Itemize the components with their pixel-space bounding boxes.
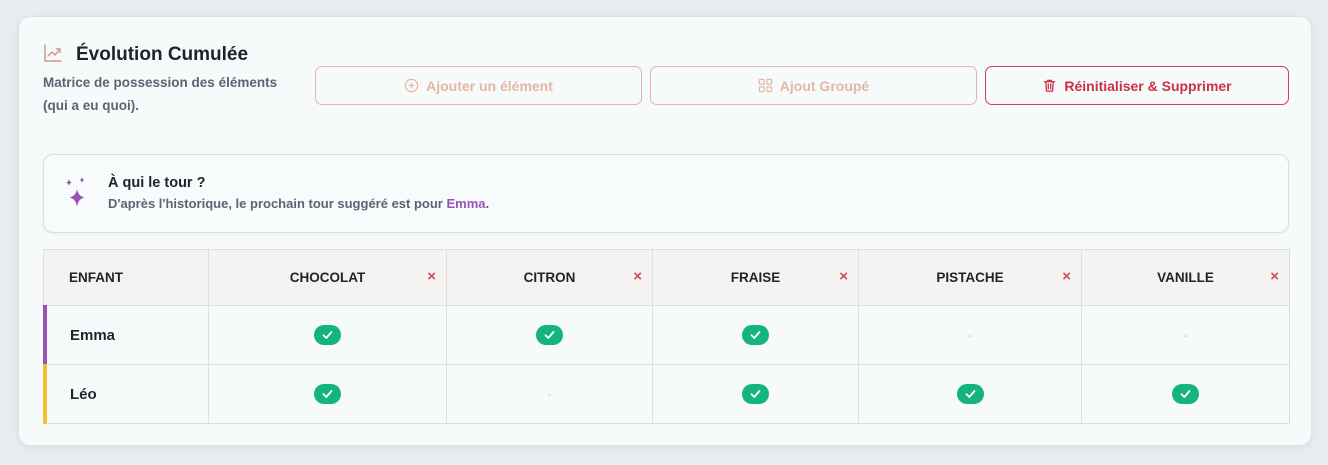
check-icon bbox=[314, 384, 341, 404]
child-name: Emma bbox=[70, 326, 116, 344]
remove-column-icon[interactable]: × bbox=[839, 269, 848, 284]
grid-plus-icon bbox=[758, 78, 772, 93]
column-header: CHOCOLAT × bbox=[208, 249, 447, 306]
child-color-bar bbox=[43, 305, 47, 365]
column-header-label: CHOCOLAT bbox=[289, 270, 366, 285]
possession-cell[interactable] bbox=[858, 364, 1082, 424]
column-header-label: CITRON bbox=[523, 270, 576, 285]
child-name-cell: Léo bbox=[43, 364, 209, 424]
group-add-button[interactable]: Ajout Groupé bbox=[650, 66, 977, 105]
next-turn-suggestion: À qui le tour ? D'après l'historique, le… bbox=[43, 154, 1289, 233]
possession-matrix: ENFANT CHOCOLAT × CITRON × FRAISE × PISTACH… bbox=[43, 249, 1290, 424]
page-title: Évolution Cumulée bbox=[76, 44, 249, 65]
possession-cell[interactable] bbox=[652, 364, 859, 424]
suggestion-text-after: . bbox=[485, 196, 490, 211]
column-header-label: VANILLE bbox=[1157, 270, 1214, 285]
remove-column-icon[interactable]: × bbox=[1062, 269, 1071, 284]
reset-delete-label: Réinitialiser & Supprimer bbox=[1064, 77, 1232, 94]
column-header: FRAISE × bbox=[652, 249, 859, 306]
possession-cell[interactable] bbox=[208, 305, 447, 365]
remove-column-icon[interactable]: × bbox=[1270, 269, 1279, 284]
trending-up-icon bbox=[44, 44, 62, 62]
evolution-card: Évolution Cumulée Matrice de possession … bbox=[18, 16, 1312, 446]
check-icon bbox=[956, 384, 984, 404]
child-name-cell: Emma bbox=[43, 305, 209, 365]
reset-delete-button[interactable]: Réinitialiser & Supprimer bbox=[985, 66, 1289, 105]
column-header: PISTACHE × bbox=[858, 249, 1082, 306]
remove-column-icon[interactable]: × bbox=[427, 269, 436, 284]
possession-cell[interactable]: - bbox=[446, 364, 653, 424]
page-subtitle: Matrice de possession des éléments (qui … bbox=[43, 75, 278, 113]
add-element-button[interactable]: Ajouter un élément bbox=[315, 66, 642, 105]
suggested-child-name: Emma bbox=[446, 196, 486, 211]
trash-icon bbox=[1044, 79, 1056, 92]
suggestion-text: D'après l'historique, le prochain tour s… bbox=[108, 196, 489, 211]
empty-dash: - bbox=[968, 328, 972, 342]
check-icon bbox=[536, 325, 563, 345]
matrix-header-row: ENFANT CHOCOLAT × CITRON × FRAISE × PISTACH… bbox=[43, 249, 1290, 306]
column-header: CITRON × bbox=[446, 249, 653, 306]
table-row: Emma - - bbox=[43, 305, 1290, 365]
suggestion-title: À qui le tour ? bbox=[108, 175, 206, 191]
column-header-label: PISTACHE bbox=[936, 270, 1004, 285]
possession-cell[interactable] bbox=[652, 305, 859, 365]
empty-dash: - bbox=[547, 387, 552, 401]
possession-cell[interactable] bbox=[208, 364, 447, 424]
group-add-label: Ajout Groupé bbox=[779, 77, 870, 94]
table-row: Léo - bbox=[43, 364, 1290, 424]
suggestion-text-before: D'après l'historique, le prochain tour s… bbox=[108, 196, 447, 211]
column-header: VANILLE × bbox=[1081, 249, 1290, 306]
possession-cell[interactable] bbox=[446, 305, 653, 365]
column-header-label: FRAISE bbox=[730, 270, 781, 285]
add-element-label: Ajouter un élément bbox=[426, 77, 553, 94]
child-name: Léo bbox=[70, 385, 97, 403]
possession-cell[interactable] bbox=[1081, 364, 1290, 424]
column-header-child: ENFANT bbox=[43, 249, 209, 306]
possession-cell[interactable]: - bbox=[858, 305, 1082, 365]
remove-column-icon[interactable]: × bbox=[633, 269, 642, 284]
possession-cell[interactable]: - bbox=[1081, 305, 1290, 365]
plus-circle-icon bbox=[404, 78, 419, 93]
empty-dash: - bbox=[1183, 328, 1188, 342]
check-icon bbox=[742, 325, 769, 345]
child-color-bar bbox=[43, 364, 47, 424]
sparkles-icon bbox=[66, 177, 85, 207]
check-icon bbox=[742, 384, 769, 404]
check-icon bbox=[1172, 384, 1199, 404]
check-icon bbox=[314, 325, 341, 345]
